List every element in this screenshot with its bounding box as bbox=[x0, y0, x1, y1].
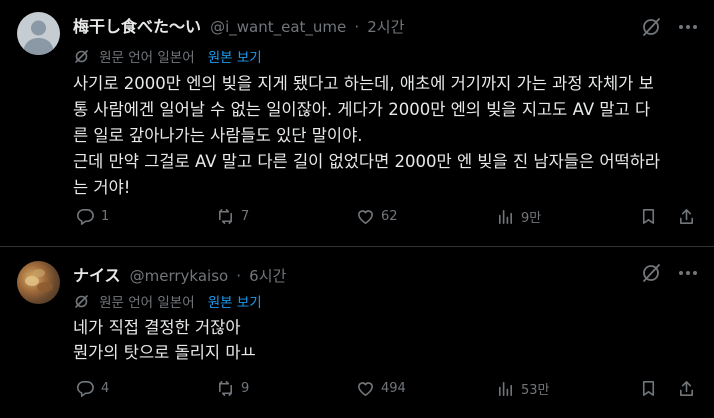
tweet-text: 네가 직접 결정한 거잖아 뭔가의 탓으로 돌리지 마ㅛ bbox=[73, 315, 703, 365]
repost-button[interactable]: 9 bbox=[216, 379, 249, 398]
views-button[interactable]: 9만 bbox=[496, 207, 541, 226]
bookmark-icon bbox=[642, 209, 655, 224]
reply-icon bbox=[76, 381, 94, 397]
handle[interactable]: @i_want_eat_ume bbox=[210, 18, 346, 36]
tweet-header: 梅干し食べた〜い @i_want_eat_ume · 2시간 bbox=[73, 13, 404, 37]
reply-button[interactable]: 1 bbox=[76, 207, 109, 226]
timestamp[interactable]: 2시간 bbox=[367, 18, 404, 36]
share-button[interactable] bbox=[677, 379, 696, 398]
views-chart-icon bbox=[498, 209, 513, 224]
translate-icon bbox=[74, 294, 89, 309]
like-button[interactable]: 62 bbox=[356, 207, 398, 226]
repost-icon bbox=[218, 381, 233, 396]
food-photo-icon bbox=[25, 269, 53, 292]
heart-icon bbox=[358, 382, 373, 396]
reply-icon bbox=[76, 209, 94, 225]
handle[interactable]: @merrykaiso bbox=[130, 267, 229, 285]
show-original-link[interactable]: 원본 보기 bbox=[208, 50, 262, 66]
more-options-icon[interactable] bbox=[677, 16, 699, 38]
avatar-food-photo[interactable] bbox=[17, 261, 60, 304]
view-count: 53만 bbox=[521, 383, 550, 398]
text-line: 네가 직접 결정한 거잖아 bbox=[73, 318, 241, 337]
text-line: 른 일로 갚아나가는 사람들도 있단 말이야. bbox=[73, 126, 363, 145]
repost-button[interactable]: 7 bbox=[216, 207, 249, 226]
show-original-link[interactable]: 원본 보기 bbox=[208, 295, 262, 311]
text-line: 뭔가의 탓으로 돌리지 마ㅛ bbox=[73, 343, 256, 362]
like-count: 494 bbox=[381, 381, 406, 396]
translated-from-label: 원문 언어 일본어 bbox=[99, 295, 195, 311]
display-name[interactable]: 梅干し食べた〜い bbox=[73, 17, 201, 36]
bookmark-icon bbox=[642, 381, 655, 396]
like-count: 62 bbox=[381, 209, 398, 224]
bookmark-button[interactable] bbox=[639, 207, 658, 226]
tweet-text: 사기로 2000만 엔의 빚을 지게 됐다고 하는데, 애초에 거기까지 가는 … bbox=[73, 71, 703, 201]
tweet-1[interactable]: 梅干し食べた〜い @i_want_eat_ume · 2시간 원문 언어 일본어… bbox=[0, 0, 714, 246]
text-line: 는 거야! bbox=[73, 178, 131, 197]
grok-icon[interactable] bbox=[640, 262, 662, 284]
text-line: 근데 만약 그걸로 AV 말고 다른 길이 없었다면 2000만 엔 빚을 진 … bbox=[73, 152, 661, 171]
timestamp[interactable]: 6시간 bbox=[249, 267, 286, 285]
tweet-header: ナイス @merrykaiso · 6시간 bbox=[73, 262, 286, 286]
repost-count: 7 bbox=[241, 209, 250, 224]
translate-icon bbox=[74, 49, 89, 64]
text-line: 사기로 2000만 엔의 빚을 지게 됐다고 하는데, 애초에 거기까지 가는 … bbox=[73, 74, 654, 93]
translated-from-label: 원문 언어 일본어 bbox=[99, 50, 195, 66]
tweet-2[interactable]: ナイス @merrykaiso · 6시간 원문 언어 일본어 원본 보기 네가… bbox=[0, 247, 714, 418]
translation-bar: 원문 언어 일본어 원본 보기 bbox=[74, 291, 262, 311]
repost-icon bbox=[218, 209, 233, 224]
display-name[interactable]: ナイス bbox=[73, 266, 121, 285]
views-chart-icon bbox=[498, 381, 513, 396]
share-icon bbox=[679, 209, 694, 224]
translation-bar: 원문 언어 일본어 원본 보기 bbox=[74, 46, 262, 66]
heart-icon bbox=[358, 210, 373, 224]
default-user-icon bbox=[23, 20, 54, 55]
share-button[interactable] bbox=[677, 207, 696, 226]
reply-count: 4 bbox=[101, 381, 110, 396]
share-icon bbox=[679, 381, 694, 396]
repost-count: 9 bbox=[241, 381, 250, 396]
avatar-default[interactable] bbox=[17, 12, 60, 55]
separator: · bbox=[236, 267, 242, 285]
reply-button[interactable]: 4 bbox=[76, 379, 109, 398]
like-button[interactable]: 494 bbox=[356, 379, 406, 398]
text-line: 통 사람에겐 일어날 수 없는 일이잖아. 게다가 2000만 엔의 빚을 지고… bbox=[73, 100, 651, 119]
grok-icon[interactable] bbox=[640, 16, 662, 38]
separator: · bbox=[354, 18, 360, 36]
views-button[interactable]: 53만 bbox=[496, 379, 550, 398]
reply-count: 1 bbox=[101, 209, 110, 224]
more-options-icon[interactable] bbox=[677, 262, 699, 284]
view-count: 9만 bbox=[521, 211, 542, 226]
bookmark-button[interactable] bbox=[639, 379, 658, 398]
